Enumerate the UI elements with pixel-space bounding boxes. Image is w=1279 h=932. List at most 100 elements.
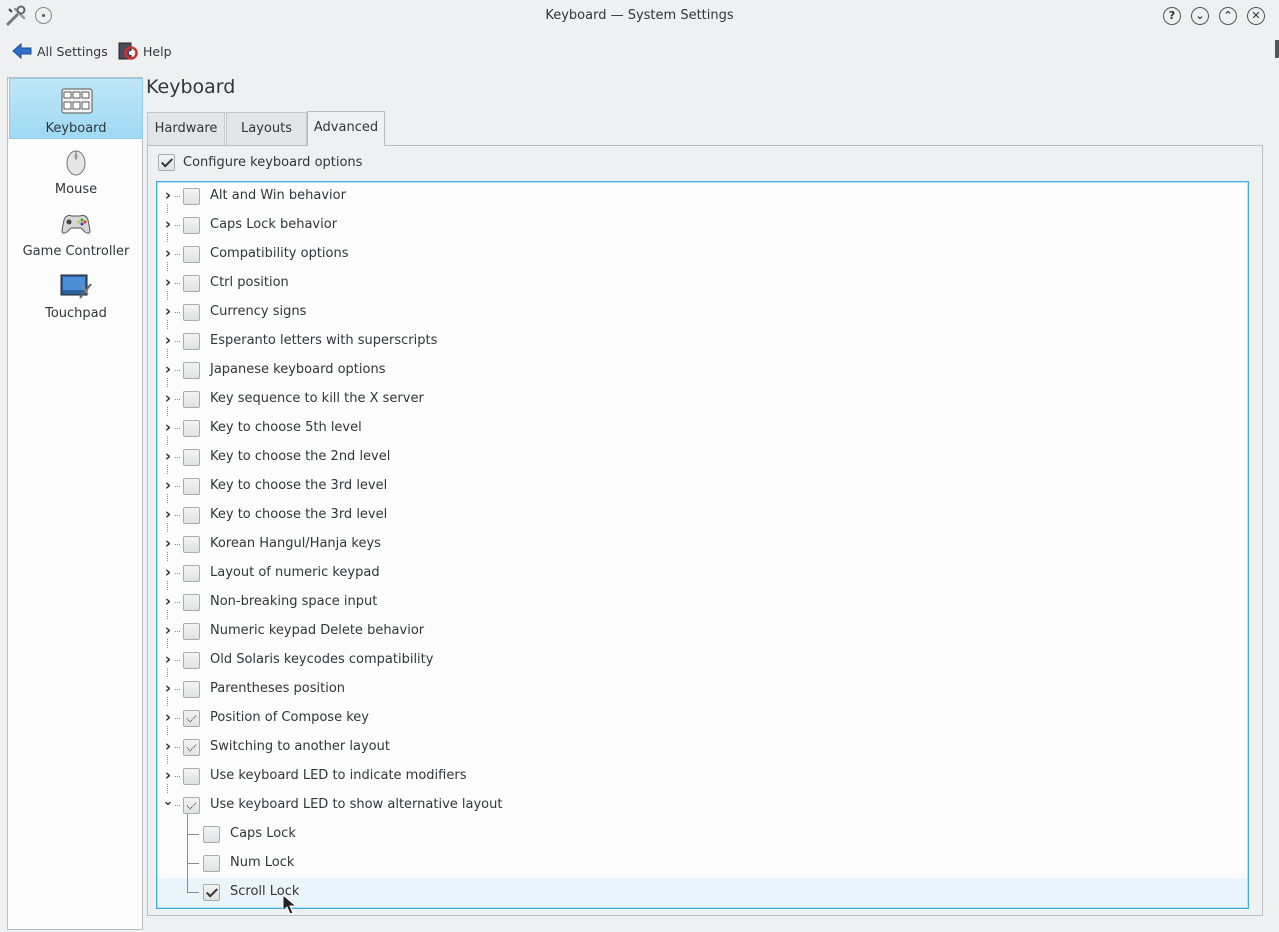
option-checkbox[interactable] — [183, 681, 200, 698]
option-checkbox[interactable] — [183, 507, 200, 524]
all-settings-label: All Settings — [37, 43, 108, 59]
tree-child-row[interactable]: Caps Lock — [158, 820, 1247, 849]
tree-row[interactable]: › Ctrl position — [158, 269, 1247, 300]
minimize-button[interactable]: ⌄ — [1191, 7, 1209, 25]
tree-row[interactable]: ⌄ Use keyboard LED to show alternative la… — [158, 791, 1247, 820]
tab-hardware[interactable]: Hardware — [147, 112, 225, 145]
gamepad-icon — [61, 215, 91, 234]
chevron-right-icon[interactable]: › — [162, 565, 174, 580]
option-checkbox[interactable] — [183, 594, 200, 611]
tree-row[interactable]: › Key sequence to kill the X server — [158, 385, 1247, 416]
chevron-right-icon[interactable]: › — [162, 420, 174, 435]
sidebar-item-label: Game Controller — [22, 244, 130, 259]
chevron-right-icon[interactable]: › — [162, 710, 174, 725]
chevron-right-icon[interactable]: › — [162, 362, 174, 377]
tree-connector — [175, 196, 180, 197]
chevron-right-icon[interactable]: › — [162, 188, 174, 203]
option-checkbox[interactable] — [203, 826, 220, 843]
tree-row[interactable]: › Switching to another layout — [158, 733, 1247, 764]
tree-row[interactable]: › Layout of numeric keypad — [158, 559, 1247, 590]
help-window-button[interactable]: ? — [1163, 7, 1181, 25]
option-checkbox[interactable] — [183, 797, 200, 814]
tree-child-row[interactable]: Num Lock — [158, 849, 1247, 878]
chevron-right-icon[interactable]: › — [162, 275, 174, 290]
option-checkbox[interactable] — [183, 623, 200, 640]
tree-row[interactable]: › Key to choose the 3rd level — [158, 472, 1247, 503]
option-checkbox[interactable] — [183, 768, 200, 785]
tree-row[interactable]: › Japanese keyboard options — [158, 356, 1247, 387]
title-bar: Keyboard — System Settings ? ⌄ ⌃ ✕ — [0, 0, 1279, 32]
tree-connector — [175, 602, 180, 603]
option-checkbox[interactable] — [183, 304, 200, 321]
chevron-right-icon[interactable]: › — [162, 536, 174, 551]
close-button[interactable]: ✕ — [1247, 7, 1265, 25]
option-checkbox[interactable] — [183, 333, 200, 350]
tree-row[interactable]: › Parentheses position — [158, 675, 1247, 706]
sidebar-item-keyboard[interactable]: Keyboard — [9, 78, 143, 139]
tree-connector — [175, 428, 180, 429]
configure-keyboard-options[interactable]: Configure keyboard options — [158, 151, 362, 173]
option-checkbox[interactable] — [183, 246, 200, 263]
option-checkbox[interactable] — [183, 652, 200, 669]
sidebar-item-mouse[interactable]: Mouse — [9, 140, 143, 201]
tree-row[interactable]: › Caps Lock behavior — [158, 211, 1247, 242]
maximize-button[interactable]: ⌃ — [1219, 7, 1237, 25]
tree-row[interactable]: › Currency signs — [158, 298, 1247, 329]
chevron-right-icon[interactable]: › — [162, 681, 174, 696]
tree-row[interactable]: › Alt and Win behavior — [158, 182, 1247, 213]
option-checkbox[interactable] — [183, 391, 200, 408]
tree-row[interactable]: › Old Solaris keycodes compatibility — [158, 646, 1247, 677]
chevron-right-icon[interactable]: › — [162, 246, 174, 261]
option-checkbox[interactable] — [183, 420, 200, 437]
tree-row[interactable]: › Compatibility options — [158, 240, 1247, 271]
sidebar-item-game-controller[interactable]: Game Controller — [9, 202, 143, 263]
chevron-right-icon[interactable]: › — [162, 768, 174, 783]
chevron-right-icon[interactable]: › — [162, 217, 174, 232]
option-checkbox[interactable] — [183, 188, 200, 205]
all-settings-button[interactable]: All Settings — [12, 40, 108, 62]
chevron-right-icon[interactable]: › — [162, 652, 174, 667]
option-checkbox[interactable] — [203, 884, 220, 901]
chevron-right-icon[interactable]: › — [162, 507, 174, 522]
chevron-right-icon[interactable]: › — [162, 333, 174, 348]
window-title: Keyboard — System Settings — [545, 8, 734, 23]
chevron-right-icon[interactable]: › — [162, 449, 174, 464]
chevron-down-icon[interactable]: ⌄ — [162, 795, 174, 811]
chevron-right-icon[interactable]: › — [162, 623, 174, 638]
chevron-right-icon[interactable]: › — [162, 739, 174, 754]
tree-row[interactable]: › Key to choose the 2nd level — [158, 443, 1247, 474]
tab-layouts[interactable]: Layouts — [226, 112, 307, 145]
chevron-right-icon[interactable]: › — [162, 594, 174, 609]
tree-row[interactable]: › Korean Hangul/Hanja keys — [158, 530, 1247, 561]
option-checkbox[interactable] — [183, 449, 200, 466]
option-checkbox[interactable] — [183, 362, 200, 379]
tree-row[interactable]: › Key to choose 5th level — [158, 414, 1247, 445]
tree-row[interactable]: › Key to choose the 3rd level — [158, 501, 1247, 532]
tab-advanced[interactable]: Advanced — [307, 111, 385, 146]
sidebar-item-touchpad[interactable]: Touchpad — [9, 264, 143, 325]
option-checkbox[interactable] — [183, 536, 200, 553]
option-label: Alt and Win behavior — [210, 188, 346, 203]
option-checkbox[interactable] — [203, 855, 220, 872]
option-checkbox[interactable] — [183, 710, 200, 727]
tree-row[interactable]: › Non-breaking space input — [158, 588, 1247, 619]
chevron-right-icon[interactable]: › — [162, 304, 174, 319]
option-checkbox[interactable] — [183, 275, 200, 292]
configure-label: Configure keyboard options — [183, 154, 363, 170]
option-checkbox[interactable] — [183, 478, 200, 495]
tree-row[interactable]: › Use keyboard LED to indicate modifiers — [158, 762, 1247, 793]
option-checkbox[interactable] — [183, 217, 200, 234]
option-checkbox[interactable] — [183, 565, 200, 582]
tree-row[interactable]: › Position of Compose key — [158, 704, 1247, 735]
tree-connector — [175, 312, 180, 313]
chevron-right-icon[interactable]: › — [162, 391, 174, 406]
tree-child-row[interactable]: Scroll Lock — [158, 878, 1247, 907]
configure-checkbox[interactable] — [158, 153, 175, 171]
chevron-right-icon[interactable]: › — [162, 478, 174, 493]
option-checkbox[interactable] — [183, 739, 200, 756]
help-button[interactable]: Help — [118, 40, 172, 62]
tree-row[interactable]: › Esperanto letters with superscripts — [158, 327, 1247, 358]
tree-connector — [175, 718, 180, 719]
tree-row[interactable]: › Numeric keypad Delete behavior — [158, 617, 1247, 648]
options-tree[interactable]: › Alt and Win behavior › Caps Lock behavior… — [156, 181, 1249, 909]
